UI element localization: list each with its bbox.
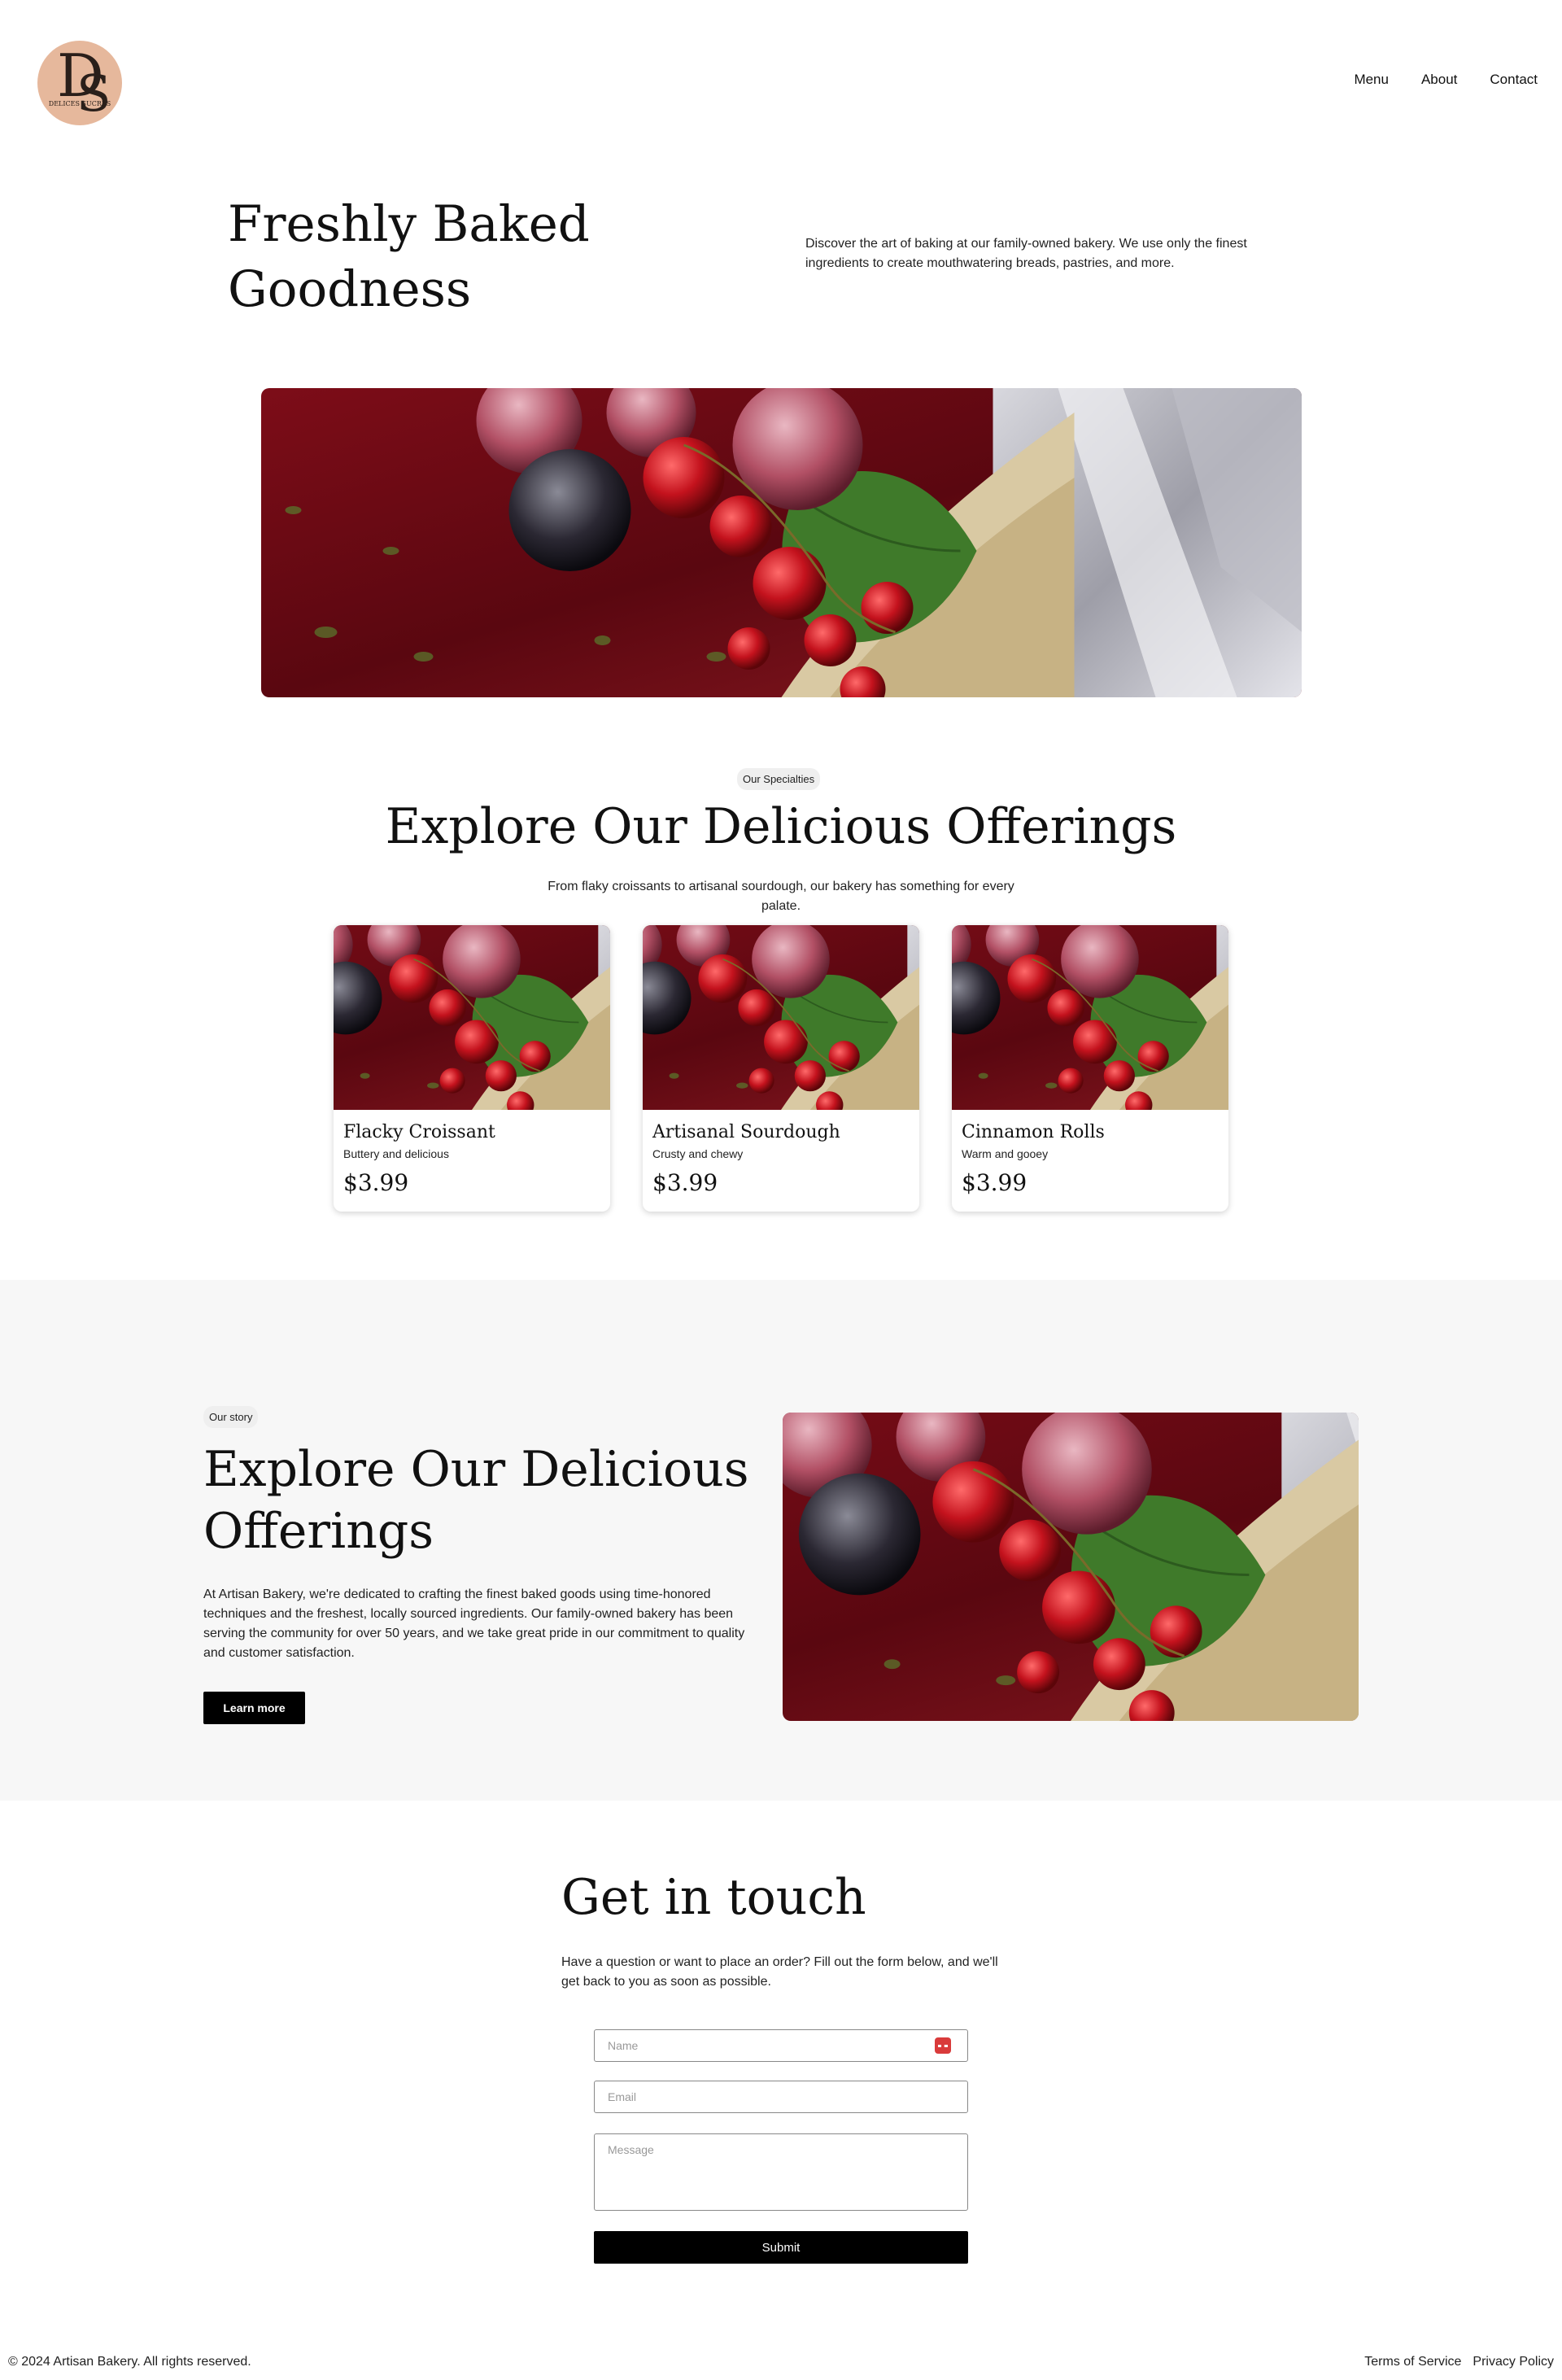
nav-link-about[interactable]: About <box>1421 72 1457 88</box>
hero-description: Discover the art of baking at our family… <box>805 237 1247 270</box>
name-placeholder: Name <box>608 2039 639 2052</box>
footer-links: Terms of Service Privacy Policy <box>1364 2355 1554 2369</box>
product-subtitle: Crusty and chewy <box>652 1147 744 1160</box>
specialties-title: Explore Our Delicious Offerings <box>385 798 1177 855</box>
product-image <box>643 925 919 1110</box>
product-card-sourdough[interactable]: Artisanal Sourdough Crusty and chewy $3.… <box>643 925 919 1212</box>
email-placeholder: Email <box>608 2090 637 2103</box>
message-placeholder: Message <box>608 2143 654 2156</box>
product-name: Flacky Croissant <box>343 1122 495 1142</box>
privacy-link[interactable]: Privacy Policy <box>1473 2355 1554 2369</box>
email-field[interactable]: Email <box>594 2081 968 2113</box>
product-subtitle: Buttery and delicious <box>343 1147 449 1160</box>
hero-title: Freshly Baked Goodness <box>228 195 590 318</box>
product-price: $3.99 <box>652 1169 718 1196</box>
product-card-croissant[interactable]: Flacky Croissant Buttery and delicious $… <box>334 925 610 1212</box>
svg-text:S: S <box>76 63 111 123</box>
product-price: $3.99 <box>343 1169 409 1196</box>
product-price: $3.99 <box>962 1169 1028 1196</box>
logo-text: DELICES SUCRES <box>49 100 111 107</box>
story-image <box>783 1413 1359 1721</box>
specialties-pill: Our Specialties <box>737 768 821 790</box>
product-image <box>952 925 1228 1110</box>
product-name: Cinnamon Rolls <box>962 1122 1105 1142</box>
submit-button[interactable]: Submit <box>594 2231 968 2264</box>
nav-link-contact[interactable]: Contact <box>1490 72 1538 88</box>
brand-logo[interactable]: D S DELICES SUCRES <box>37 33 122 133</box>
story-text: At Artisan Bakery, we're dedicated to cr… <box>203 1587 745 1660</box>
nav-link-menu[interactable]: Menu <box>1354 72 1389 88</box>
terms-link[interactable]: Terms of Service <box>1364 2355 1461 2369</box>
main-nav: Menu About Contact <box>1354 72 1538 88</box>
name-field[interactable]: Name <box>594 2029 968 2062</box>
story-pill: Our story <box>203 1406 259 1428</box>
hero-image <box>261 388 1302 697</box>
story-section: Our story Explore Our Delicious Offering… <box>0 1280 1562 1801</box>
product-cards: Flacky Croissant Buttery and delicious $… <box>334 925 1228 1212</box>
site-header: D S DELICES SUCRES Menu About Contact <box>0 0 1562 163</box>
product-image <box>334 925 610 1110</box>
product-card-cinnamon-rolls[interactable]: Cinnamon Rolls Warm and gooey $3.99 <box>952 925 1228 1212</box>
story-title: Explore Our Delicious Offerings <box>203 1441 749 1560</box>
autofill-icon[interactable] <box>935 2037 951 2054</box>
learn-more-button[interactable]: Learn more <box>203 1692 305 1724</box>
product-name: Artisanal Sourdough <box>652 1122 840 1142</box>
specialties-description: From flaky croissants to artisanal sourd… <box>548 880 1014 913</box>
product-subtitle: Warm and gooey <box>962 1147 1049 1160</box>
contact-description: Have a question or want to place an orde… <box>561 1955 998 1989</box>
copyright-text: © 2024 Artisan Bakery. All rights reserv… <box>8 2355 251 2369</box>
message-field[interactable]: Message <box>594 2133 968 2211</box>
contact-title: Get in touch <box>561 1869 866 1926</box>
